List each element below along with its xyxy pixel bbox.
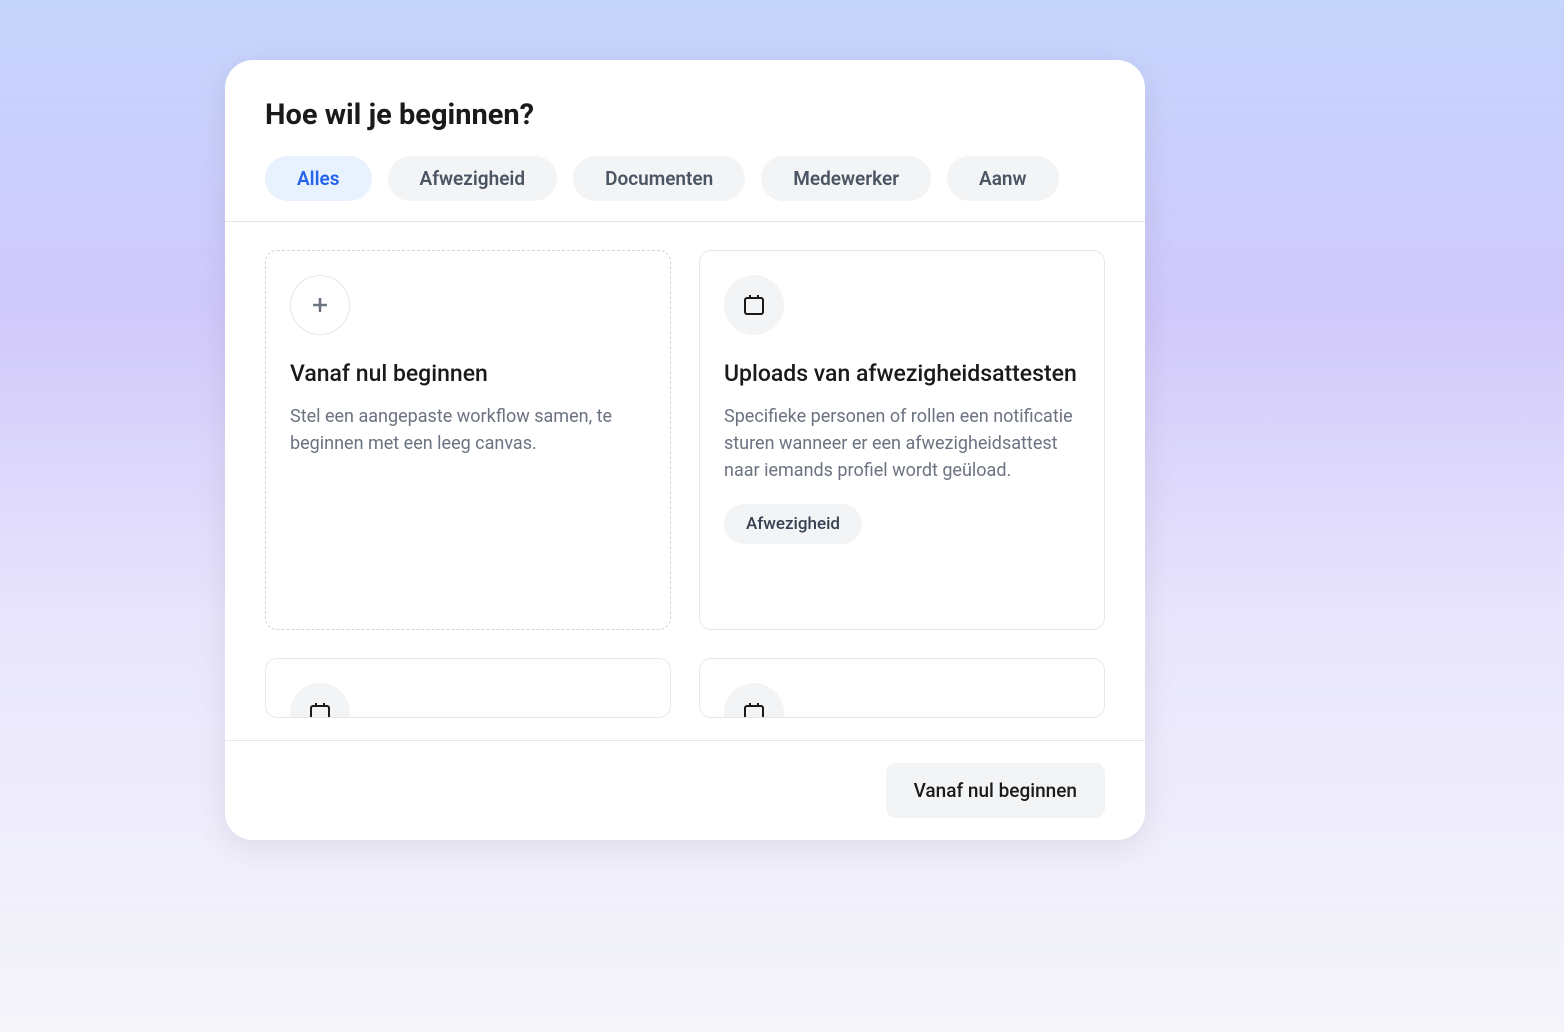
tab-documenten[interactable]: Documenten — [573, 156, 745, 201]
calendar-icon — [724, 275, 784, 335]
tab-medewerker[interactable]: Medewerker — [761, 156, 931, 201]
plus-icon — [290, 275, 350, 335]
card-description: Specifieke personen of rollen een notifi… — [724, 403, 1080, 484]
card-start-from-scratch[interactable]: Vanaf nul beginnen Stel een aangepaste w… — [265, 250, 671, 630]
calendar-icon — [290, 683, 350, 718]
workflow-start-modal: Hoe wil je beginnen? Alles Afwezigheid D… — [225, 60, 1145, 840]
card-partial-left[interactable] — [265, 658, 671, 718]
card-absence-uploads[interactable]: Uploads van afwezigheidsattesten Specifi… — [699, 250, 1105, 630]
partial-cards-row — [225, 658, 1145, 718]
card-partial-right[interactable] — [699, 658, 1105, 718]
modal-header: Hoe wil je beginnen? — [225, 60, 1145, 132]
cards-grid: Vanaf nul beginnen Stel een aangepaste w… — [225, 222, 1145, 658]
tab-afwezigheid[interactable]: Afwezigheid — [388, 156, 558, 201]
start-from-scratch-button[interactable]: Vanaf nul beginnen — [886, 763, 1105, 818]
card-title: Uploads van afwezigheidsattesten — [724, 359, 1080, 389]
tabs-row: Alles Afwezigheid Documenten Medewerker … — [225, 156, 1145, 222]
card-tag: Afwezigheid — [724, 504, 862, 544]
modal-title: Hoe wil je beginnen? — [265, 98, 1105, 132]
tab-aanwezigheid[interactable]: Aanw — [947, 156, 1059, 201]
tab-alles[interactable]: Alles — [265, 156, 372, 201]
card-description: Stel een aangepaste workflow samen, te b… — [290, 403, 646, 457]
calendar-icon — [724, 683, 784, 718]
modal-footer: Vanaf nul beginnen — [225, 740, 1145, 840]
card-title: Vanaf nul beginnen — [290, 359, 646, 389]
